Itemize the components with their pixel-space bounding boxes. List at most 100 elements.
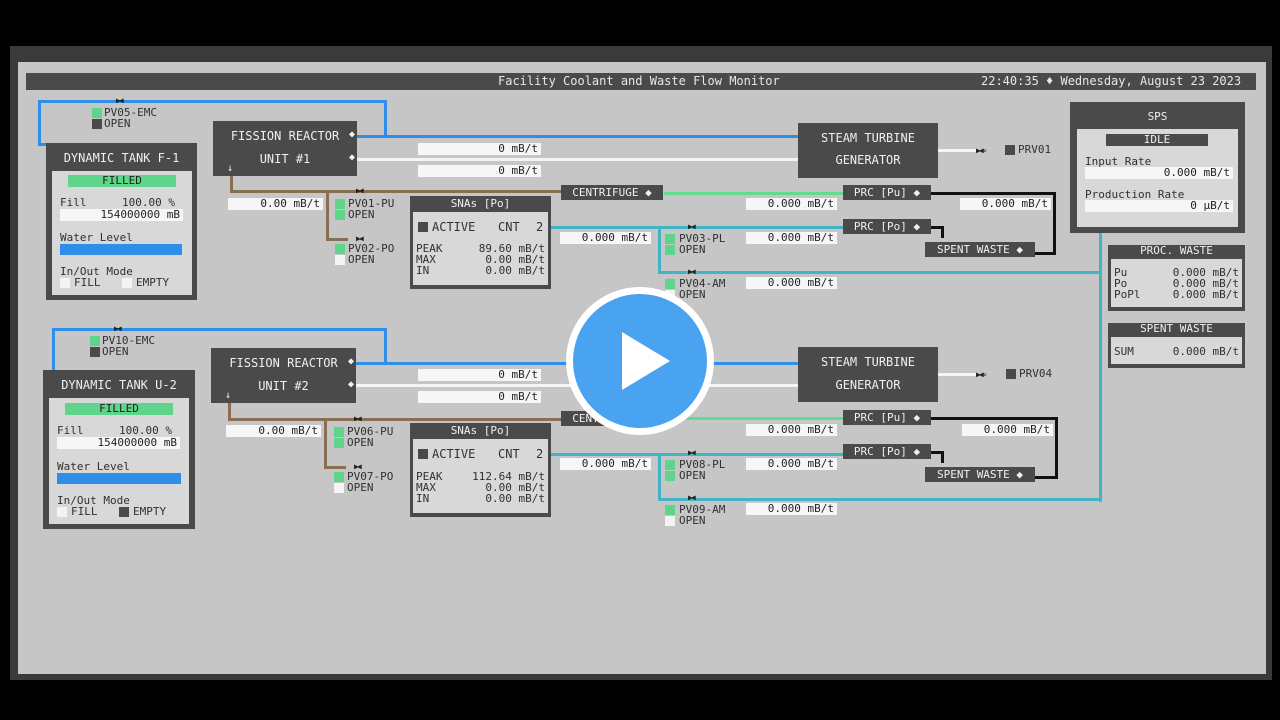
waste-pipe — [324, 418, 327, 468]
pv-pl-flow: 0.000 mB/t — [746, 458, 837, 470]
empty-mode-label: EMPTY — [133, 505, 167, 518]
sum-label: SUM — [1114, 345, 1134, 358]
in-label: IN — [416, 492, 430, 505]
prc-po-node[interactable]: PRC [Po] ◆ — [843, 444, 931, 459]
cnt-label: CNT — [498, 447, 520, 461]
water-level-label: Water Level — [57, 460, 130, 473]
fill-mode-checkbox[interactable] — [57, 507, 67, 517]
waste-return-pipe — [1099, 230, 1102, 502]
polonium-pipe — [658, 271, 1102, 274]
coolant-pipe — [38, 100, 386, 103]
spent-waste-panel: SPENT WASTE SUM 0.000 mB/t — [1108, 322, 1245, 368]
reactor-unit-1[interactable]: FISSION REACTOR UNIT #1 ◆ ◆ ↓ — [213, 121, 357, 176]
dynamic-tank-panel: DYNAMIC TANK F-1 FILLED Fill 100.00 % 15… — [46, 143, 197, 300]
valve-state: OPEN — [102, 345, 129, 358]
turbine-generator: GENERATOR — [835, 378, 901, 392]
dynamic-tank-panel: DYNAMIC TANK U-2 FILLED Fill 100.00 % 15… — [43, 370, 195, 529]
play-button[interactable] — [566, 287, 714, 435]
coolant-pipe — [356, 135, 800, 138]
port-icon: ◆ — [348, 152, 355, 163]
waste-pipe — [230, 190, 562, 193]
valve-state: OPEN — [679, 469, 706, 482]
prv-label: PRV01 — [1018, 143, 1052, 156]
empty-mode-checkbox[interactable] — [122, 278, 132, 288]
active-indicator — [418, 222, 428, 232]
reactor-title: FISSION REACTOR — [229, 356, 338, 370]
valve-icon: ▶◀ — [116, 96, 124, 105]
valve-icon: ▶◀ — [356, 186, 364, 195]
coolant-flow: 0 mB/t — [418, 369, 541, 381]
reactor-unit-2[interactable]: FISSION REACTOR UNIT #2 ◆ ◆ ↓ — [211, 348, 356, 403]
plutonium-pipe — [664, 192, 844, 195]
port-icon: ◆ — [347, 379, 354, 390]
steam-flow: 0 mB/t — [418, 391, 541, 403]
turbine-generator: GENERATOR — [835, 153, 901, 167]
sna-out-flow: 0.000 mB/t — [560, 232, 651, 244]
relief-valve-icon: ▶◀≈ — [976, 370, 987, 379]
polonium-pipe — [550, 226, 844, 229]
steam-turbine-2[interactable]: STEAM TURBINE GENERATOR — [798, 347, 938, 402]
valve-indicator — [335, 244, 345, 254]
pv-am-flow: 0.000 mB/t — [746, 503, 837, 515]
valve-state: OPEN — [679, 243, 706, 256]
turbine-title: STEAM TURBINE — [821, 355, 915, 369]
steam-pipe — [938, 373, 976, 376]
steam-turbine-1[interactable]: STEAM TURBINE GENERATOR — [798, 123, 938, 178]
water-level-bar — [57, 473, 181, 484]
valve-indicator — [334, 483, 344, 493]
proc-waste-panel: PROC. WASTE Pu Po PoPl 0.000 mB/t 0.000 … — [1108, 244, 1245, 311]
sum-value: 0.000 mB/t — [1172, 345, 1239, 358]
valve-indicator — [335, 199, 345, 209]
page-title: Facility Coolant and Waste Flow Monitor — [498, 74, 780, 88]
valve-icon: ▶◀ — [688, 222, 696, 231]
prc-pu-node[interactable]: PRC [Pu] ◆ — [843, 410, 931, 425]
in-value: 0.00 mB/t — [485, 264, 545, 277]
waste-pipe — [230, 176, 233, 190]
valve-indicator — [92, 119, 102, 129]
valve-icon: ▶◀ — [688, 493, 696, 502]
reactor-unit: UNIT #2 — [258, 379, 309, 393]
prc-po-node[interactable]: PRC [Po] ◆ — [843, 219, 931, 234]
cnt-label: CNT — [498, 220, 520, 234]
centrifuge-node[interactable]: CENTRIFUGE ◆ — [561, 185, 663, 200]
valve-icon: ▶◀ — [114, 324, 122, 333]
tank-status: FILLED — [68, 175, 176, 187]
valve-icon: ▶◀ — [688, 267, 696, 276]
valve-indicator — [665, 505, 675, 515]
empty-mode-checkbox[interactable] — [119, 507, 129, 517]
cnt-value: 2 — [536, 447, 544, 461]
valve-state: OPEN — [347, 481, 374, 494]
spent-waste-node[interactable]: SPENT WASTE ◆ — [925, 467, 1035, 482]
spent-waste-node[interactable]: SPENT WASTE ◆ — [925, 242, 1035, 257]
reactor-waste-flow: 0.00 mB/t — [226, 425, 321, 437]
spent-pipe — [930, 417, 1058, 420]
coolant-pipe — [52, 328, 386, 331]
production-rate: 0 µB/t — [1085, 200, 1233, 212]
fill-label: Fill — [57, 424, 84, 437]
port-icon: ◆ — [347, 356, 354, 367]
spent-flow: 0.000 mB/t — [960, 198, 1051, 210]
tank-title: DYNAMIC TANK U-2 — [61, 378, 177, 392]
fill-amount: 154000000 mB — [60, 209, 183, 221]
fill-mode-label: FILL — [74, 276, 101, 289]
prc-pu-node[interactable]: PRC [Pu] ◆ — [843, 185, 931, 200]
title-bar: Facility Coolant and Waste Flow Monitor … — [26, 73, 1256, 90]
valve-state: OPEN — [348, 208, 375, 221]
sps-status: IDLE — [1106, 134, 1208, 146]
polonium-pipe — [658, 498, 1102, 501]
empty-mode-label: EMPTY — [136, 276, 170, 289]
valve-indicator — [334, 438, 344, 448]
fill-mode-checkbox[interactable] — [60, 278, 70, 288]
polonium-pipe — [550, 453, 844, 456]
sps-title: SPS — [1147, 110, 1168, 123]
valve-icon: ▶◀ — [688, 448, 696, 457]
fill-label: Fill — [60, 196, 87, 209]
water-level-label: Water Level — [60, 231, 133, 244]
reactor-title: FISSION REACTOR — [230, 129, 340, 143]
fill-amount: 154000000 mB — [57, 437, 180, 449]
waste-pipe — [326, 190, 329, 240]
spent-pipe — [941, 226, 944, 238]
popl-value: 0.000 mB/t — [1172, 288, 1239, 301]
waste-pipe — [228, 418, 562, 421]
waste-pipe — [228, 402, 231, 418]
